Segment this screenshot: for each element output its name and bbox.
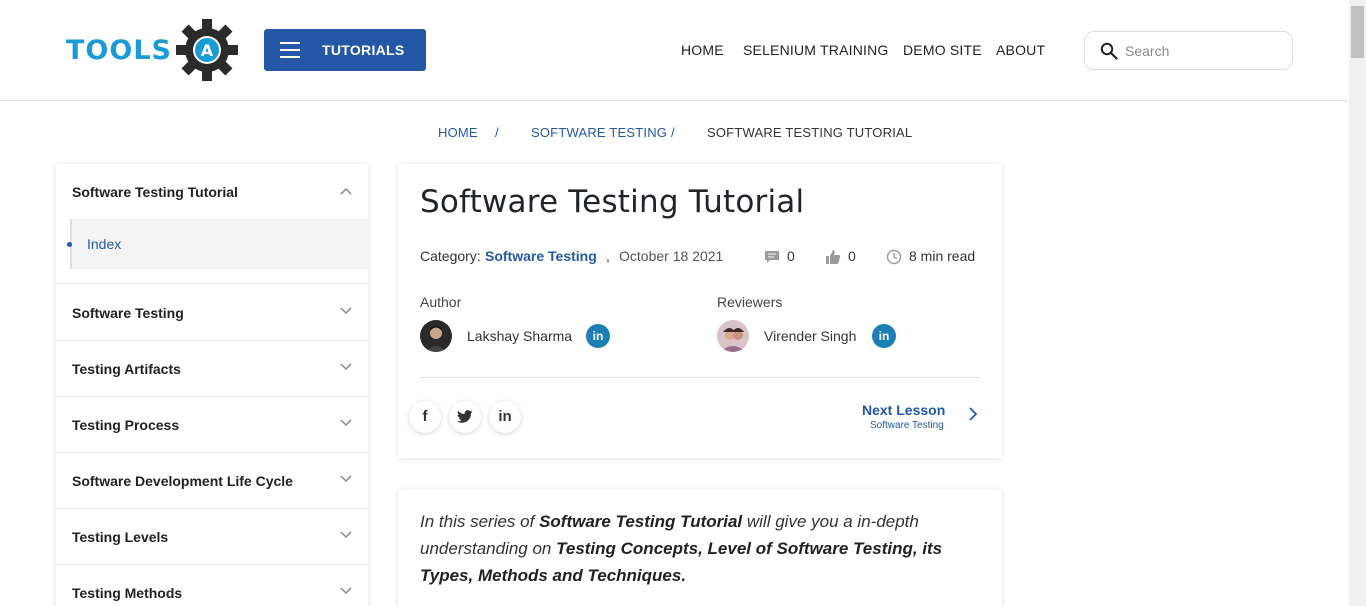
hamburger-menu-icon <box>280 42 300 58</box>
author-name[interactable]: Lakshay Sharma <box>467 328 572 344</box>
article-header-card: Software Testing Tutorial Category: Soft… <box>398 164 1002 458</box>
author-avatar <box>420 320 452 352</box>
reviewer-avatar <box>717 320 749 352</box>
tutorial-sidebar: Software Testing Tutorial Index Software… <box>56 164 368 606</box>
breadcrumb-separator: / <box>671 125 675 140</box>
clock-icon <box>886 249 902 265</box>
sidebar-item-label: Testing Process <box>72 417 180 433</box>
thumbs-up-icon[interactable] <box>825 249 841 265</box>
active-dot-icon <box>67 242 72 247</box>
sidebar-item-testing-levels[interactable]: Testing Levels <box>56 509 368 565</box>
search-box[interactable] <box>1084 31 1293 70</box>
chevron-up-icon[interactable] <box>340 187 352 195</box>
reviewer-linkedin-icon[interactable]: in <box>872 324 896 348</box>
article-intro-card: In this series of Software Testing Tutor… <box>398 490 1002 606</box>
author-linkedin-icon[interactable]: in <box>586 324 610 348</box>
next-lesson-link[interactable]: Next Lesson <box>862 402 945 418</box>
intro-paragraph: In this series of Software Testing Tutor… <box>420 508 985 589</box>
toolsqa-logo[interactable]: TOOLS A <box>66 18 242 82</box>
search-input[interactable] <box>1125 41 1275 61</box>
chevron-down-icon[interactable] <box>340 307 352 315</box>
breadcrumb-home[interactable]: HOME <box>438 125 478 140</box>
chevron-down-icon[interactable] <box>340 363 352 371</box>
category-label: Category: <box>420 248 481 264</box>
gear-logo-icon: A <box>176 19 238 81</box>
sidebar-item-label: Software Testing <box>72 305 184 321</box>
breadcrumb-software-testing[interactable]: SOFTWARE TESTING <box>531 125 667 140</box>
site-header: TOOLS A TUTORIALS HOME SELENIUM TRAINING… <box>0 0 1349 101</box>
category-separator: , <box>606 248 610 264</box>
logo-text: TOOLS <box>66 34 172 66</box>
reviewer-name[interactable]: Virender Singh <box>764 328 856 344</box>
chevron-right-icon[interactable] <box>969 407 977 421</box>
tutorials-button-label: TUTORIALS <box>322 42 405 58</box>
chevron-down-icon[interactable] <box>340 475 352 483</box>
page-scrollbar[interactable] <box>1349 0 1366 606</box>
nav-home[interactable]: HOME <box>681 42 724 58</box>
nav-selenium-training[interactable]: SELENIUM TRAINING <box>743 42 889 58</box>
scrollbar-thumb[interactable] <box>1351 6 1364 58</box>
linkedin-share-icon[interactable]: in <box>489 401 521 433</box>
sidebar-item-label: Testing Methods <box>72 585 183 601</box>
sidebar-item-software-testing-tutorial[interactable]: Software Testing Tutorial Index <box>56 164 368 284</box>
intro-text-1: In this series of <box>420 512 540 531</box>
breadcrumb-current: SOFTWARE TESTING TUTORIAL <box>707 125 913 140</box>
sidebar-item-sdlc[interactable]: Software Development Life Cycle <box>56 453 368 509</box>
intro-bold-1: Software Testing Tutorial <box>539 512 743 531</box>
tutorials-button[interactable]: TUTORIALS <box>264 29 426 71</box>
sidebar-item-label: Testing Levels <box>72 529 169 545</box>
sidebar-item-testing-artifacts[interactable]: Testing Artifacts <box>56 341 368 397</box>
chevron-down-icon[interactable] <box>340 587 352 595</box>
reviewers-heading: Reviewers <box>717 294 783 310</box>
sidebar-subitem-label[interactable]: Index <box>87 236 121 252</box>
search-icon <box>1100 42 1118 60</box>
sidebar-item-testing-methods[interactable]: Testing Methods <box>56 565 368 606</box>
author-heading: Author <box>420 294 462 310</box>
sidebar-item-software-testing[interactable]: Software Testing <box>56 285 368 341</box>
page-title: Software Testing Tutorial <box>420 184 805 220</box>
comment-icon <box>765 251 779 263</box>
facebook-share-icon[interactable]: f <box>409 401 441 433</box>
like-count: 0 <box>848 248 856 264</box>
nav-about[interactable]: ABOUT <box>996 42 1045 58</box>
category-link[interactable]: Software Testing <box>485 248 597 264</box>
logo-badge: A <box>201 41 214 60</box>
next-lesson-subtitle[interactable]: Software Testing <box>870 420 944 431</box>
breadcrumb-separator: / <box>495 125 499 140</box>
sidebar-item-label: Software Testing Tutorial <box>72 184 238 200</box>
nav-demo-site[interactable]: DEMO SITE <box>903 42 982 58</box>
twitter-share-icon[interactable] <box>449 401 481 433</box>
chevron-down-icon[interactable] <box>340 531 352 539</box>
sidebar-item-label: Software Development Life Cycle <box>72 473 293 489</box>
sidebar-item-label: Testing Artifacts <box>72 361 181 377</box>
comment-count: 0 <box>787 248 795 264</box>
publish-date: October 18 2021 <box>619 248 724 264</box>
read-time: 8 min read <box>909 248 976 264</box>
divider <box>420 377 980 378</box>
chevron-down-icon[interactable] <box>340 419 352 427</box>
sidebar-item-testing-process[interactable]: Testing Process <box>56 397 368 453</box>
